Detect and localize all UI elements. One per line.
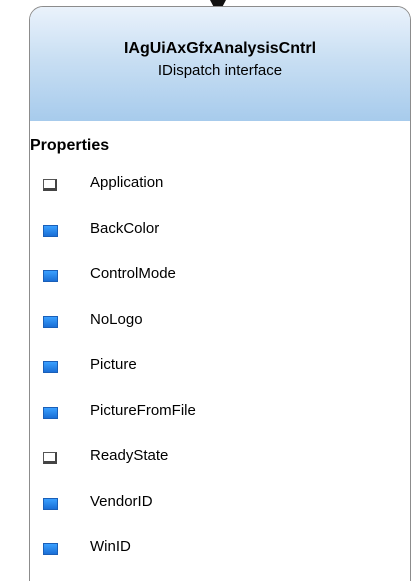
property-name: Picture: [90, 356, 137, 373]
property-item: VendorID: [30, 491, 410, 537]
diagram-canvas: IAgUiAxGfxAnalysisCntrl IDispatch interf…: [0, 0, 420, 581]
property-item: WinID: [30, 536, 410, 581]
property-name: NoLogo: [90, 310, 143, 328]
property-name: BackColor: [90, 219, 160, 237]
interface-header: IAgUiAxGfxAnalysisCntrl IDispatch interf…: [30, 7, 410, 121]
interface-subtitle: IDispatch interface: [157, 62, 283, 79]
blue-square-icon: [43, 543, 58, 555]
empty-square-icon: [43, 452, 57, 464]
property-name: VendorID: [90, 492, 153, 510]
interface-box: IAgUiAxGfxAnalysisCntrl IDispatch interf…: [29, 6, 411, 581]
empty-square-icon: [43, 179, 57, 191]
interface-title: IAgUiAxGfxAnalysisCntrl: [123, 40, 317, 57]
property-item: ReadyState: [30, 445, 410, 491]
property-item: BackColor: [30, 218, 410, 264]
blue-square-icon: [43, 224, 58, 237]
blue-square-icon: [43, 406, 58, 419]
property-name: ControlMode: [90, 265, 176, 282]
property-item: Application: [30, 172, 410, 218]
blue-square-icon: [43, 497, 58, 510]
property-name: ReadyState: [90, 447, 169, 464]
blue-square-icon: [43, 315, 58, 328]
properties-section-label: Properties: [30, 137, 110, 154]
blue-square-icon: [43, 361, 58, 373]
property-item: ControlMode: [30, 263, 410, 309]
property-name: Application: [90, 174, 164, 191]
property-item: Picture: [30, 354, 410, 400]
property-name: WinID: [90, 538, 131, 555]
properties-list: Application BackColor ControlMode NoLogo Pic…: [30, 172, 410, 581]
property-item: NoLogo: [30, 309, 410, 355]
property-item: PictureFromFile: [30, 400, 410, 446]
property-name: PictureFromFile: [90, 401, 196, 419]
blue-square-icon: [43, 270, 58, 282]
